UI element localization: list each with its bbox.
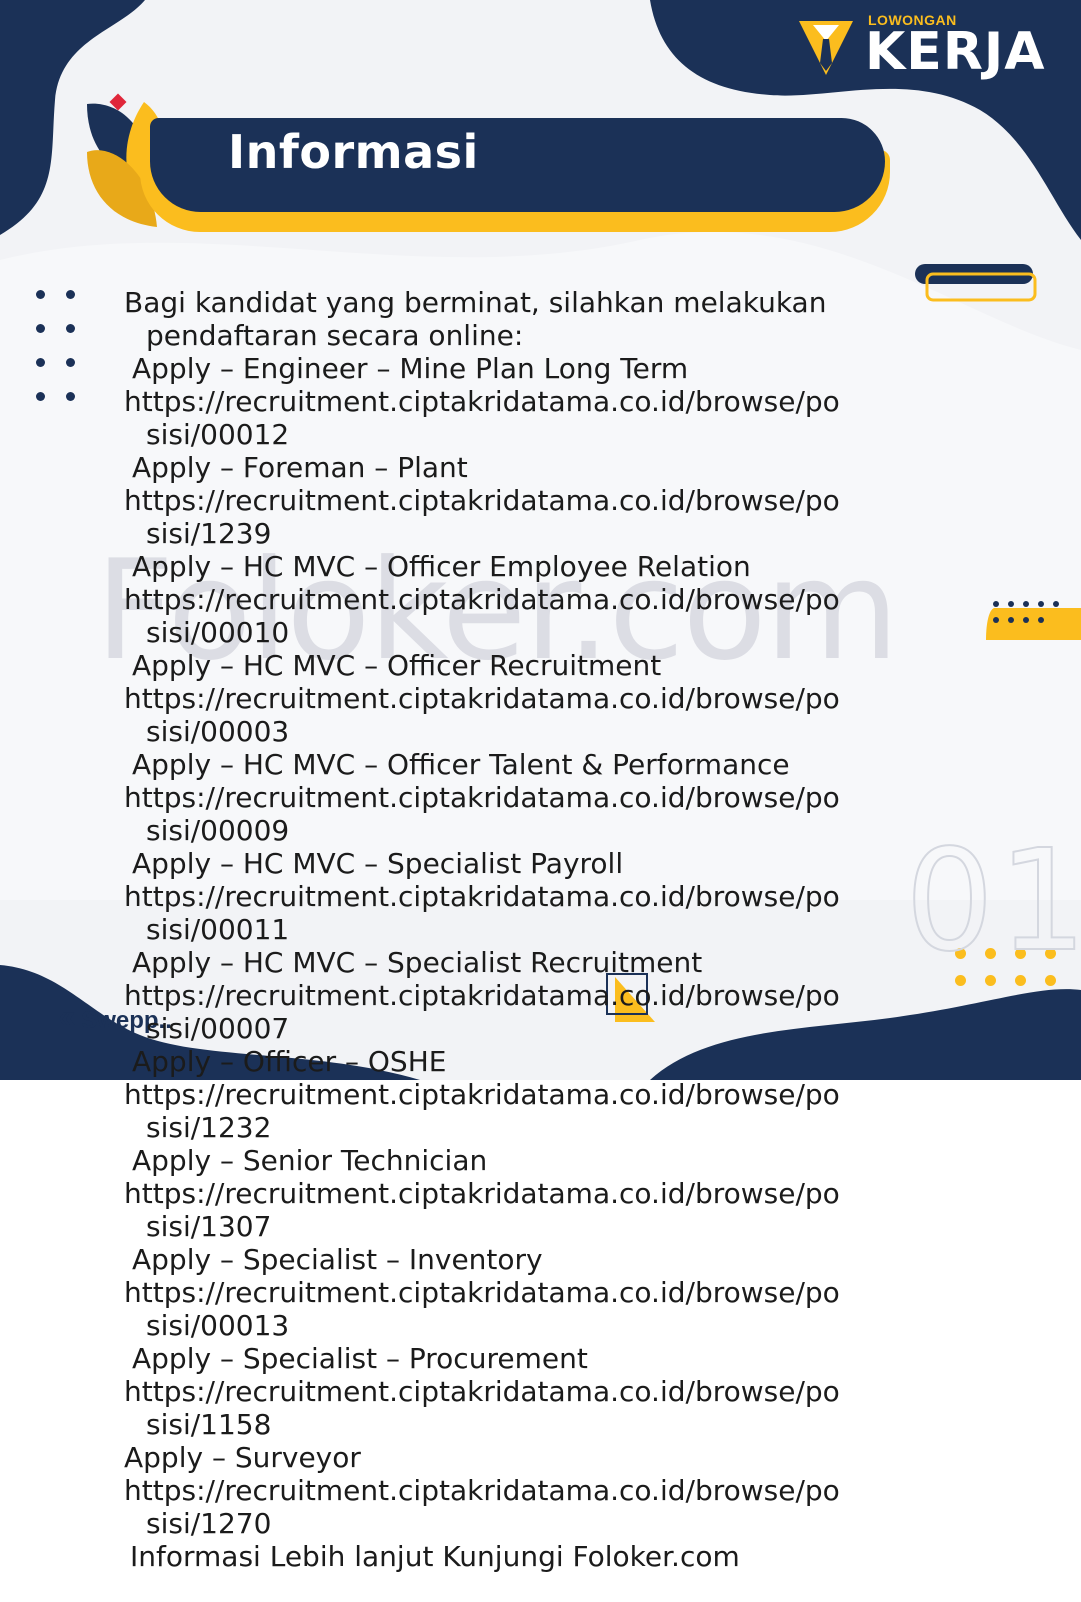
job-link[interactable]: https://recruitment.ciptakridatama.co.id… xyxy=(124,682,844,715)
decor-dot xyxy=(66,392,75,401)
job-item: Apply – Foreman – Plant https://recruitme… xyxy=(124,451,844,550)
chevrons-left-icon: ‹‹‹ xyxy=(58,998,76,1036)
page-title: Informasi xyxy=(228,125,479,179)
job-link-continued[interactable]: sisi/00010 xyxy=(124,616,844,649)
job-link[interactable]: https://recruitment.ciptakridatama.co.id… xyxy=(124,1474,844,1507)
decor-dot xyxy=(36,290,45,299)
job-link[interactable]: https://recruitment.ciptakridatama.co.id… xyxy=(124,484,844,517)
job-link[interactable]: https://recruitment.ciptakridatama.co.id… xyxy=(124,1276,844,1309)
job-link[interactable]: https://recruitment.ciptakridatama.co.id… xyxy=(124,1177,844,1210)
job-link[interactable]: https://recruitment.ciptakridatama.co.id… xyxy=(124,385,844,418)
job-title: Apply – Engineer – Mine Plan Long Term xyxy=(132,352,689,385)
job-link-continued[interactable]: sisi/1239 xyxy=(124,517,844,550)
job-link[interactable]: https://recruitment.ciptakridatama.co.id… xyxy=(124,880,844,913)
job-item: Apply – HC MVC – Specialist Payroll https… xyxy=(124,847,844,946)
yellow-tab-decoration xyxy=(986,601,1081,640)
job-title: Apply – HC MVC – Officer Talent & Perfor… xyxy=(132,748,790,781)
intro-line: Bagi kandidat yang berminat, silahkan me… xyxy=(124,286,827,319)
page-number: 01 xyxy=(904,819,1081,984)
job-title: Apply – Foreman – Plant xyxy=(132,451,468,484)
pill-decoration xyxy=(915,264,1037,302)
job-link[interactable]: https://recruitment.ciptakridatama.co.id… xyxy=(124,583,844,616)
job-item: Apply – HC MVC – Officer Recruitment http… xyxy=(124,649,844,748)
job-link-continued[interactable]: sisi/00012 xyxy=(124,418,844,451)
job-link-continued[interactable]: sisi/00003 xyxy=(124,715,844,748)
job-link[interactable]: https://recruitment.ciptakridatama.co.id… xyxy=(124,781,844,814)
job-title: Apply – HC MVC – Specialist Recruitment xyxy=(132,946,703,979)
job-link-continued[interactable]: sisi/1158 xyxy=(124,1408,844,1441)
decor-dot xyxy=(66,358,75,367)
footer-text: Informasi Lebih lanjut Kunjungi Foloker.… xyxy=(130,1540,740,1573)
job-item: Apply – Specialist – Procurement https://… xyxy=(124,1342,844,1441)
decor-dot xyxy=(36,392,45,401)
job-link-continued[interactable]: sisi/1270 xyxy=(124,1507,844,1540)
decor-dot xyxy=(36,324,45,333)
job-link[interactable]: https://recruitment.ciptakridatama.co.id… xyxy=(124,1078,844,1111)
job-item: Apply – Surveyor https://recruitment.cipt… xyxy=(124,1441,844,1540)
job-link-continued[interactable]: sisi/1232 xyxy=(124,1111,844,1144)
job-title: Apply – Specialist – Procurement xyxy=(132,1342,588,1375)
job-item: Apply – Engineer – Mine Plan Long Term ht… xyxy=(124,352,844,451)
job-title: Apply – HC MVC – Officer Recruitment xyxy=(132,649,662,682)
job-link-continued[interactable]: sisi/1307 xyxy=(124,1210,844,1243)
job-item: Apply – Specialist – Inventory https://re… xyxy=(124,1243,844,1342)
job-title: Apply – Officer – OSHE xyxy=(132,1045,447,1078)
job-item: Apply – HC MVC – Specialist Recruitment h… xyxy=(124,946,844,1045)
tie-icon xyxy=(799,21,853,75)
job-title: Apply – Specialist – Inventory xyxy=(132,1243,543,1276)
job-link-continued[interactable]: sisi/00007 xyxy=(124,1012,844,1045)
job-item: Apply – Officer – OSHE https://recruitmen… xyxy=(124,1045,844,1144)
job-link[interactable]: https://recruitment.ciptakridatama.co.id… xyxy=(124,979,844,1012)
logo-big-text: KERJA xyxy=(865,22,1046,82)
lowongan-kerja-logo: LOWONGAN KERJA xyxy=(795,10,1055,82)
job-title: Apply – Senior Technician xyxy=(132,1144,488,1177)
job-link[interactable]: https://recruitment.ciptakridatama.co.id… xyxy=(124,1375,844,1408)
job-link-continued[interactable]: sisi/00013 xyxy=(124,1309,844,1342)
job-title: Apply – Surveyor xyxy=(124,1441,361,1474)
job-title: Apply – HC MVC – Officer Employee Relati… xyxy=(132,550,751,583)
intro-line: pendaftaran secara online: xyxy=(146,319,524,352)
decor-dot xyxy=(36,358,45,367)
job-item: Apply – Senior Technician https://recruit… xyxy=(124,1144,844,1243)
job-link-continued[interactable]: sisi/00009 xyxy=(124,814,844,847)
job-link-continued[interactable]: sisi/00011 xyxy=(124,913,844,946)
job-title: Apply – HC MVC – Specialist Payroll xyxy=(132,847,624,880)
job-item: Apply – HC MVC – Officer Employee Relati… xyxy=(124,550,844,649)
job-item: Apply – HC MVC – Officer Talent & Perfor… xyxy=(124,748,844,847)
job-list: Bagi kandidat yang berminat, silahkan me… xyxy=(124,286,844,1573)
decor-dot xyxy=(66,324,75,333)
decor-dot xyxy=(66,290,75,299)
